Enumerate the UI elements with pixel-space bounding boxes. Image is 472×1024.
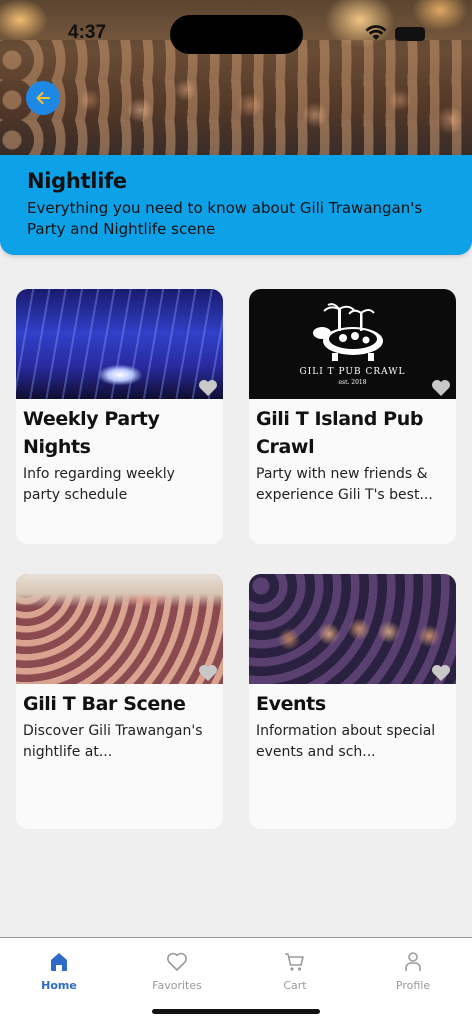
battery-icon	[395, 27, 425, 41]
person-icon	[405, 952, 421, 971]
pub-crawl-logo-est: est. 2018	[338, 378, 367, 386]
card-description: Discover Gili Trawangan's nightlife at..…	[23, 723, 203, 760]
page-subtitle: Everything you need to know about Gili T…	[27, 199, 423, 238]
cart-icon	[285, 953, 304, 971]
nav-label: Cart	[283, 979, 307, 992]
party-hall-image	[16, 289, 223, 399]
nav-item-home[interactable]: Home	[0, 938, 118, 1024]
card-description: Party with new friends & experience Gili…	[256, 466, 433, 503]
page-header-card: Nightlife Everything you need to know ab…	[0, 155, 472, 255]
card-title: Gili T Island Pub Crawl	[256, 408, 424, 458]
bar-crowd-image	[16, 574, 223, 684]
card-pub-crawl[interactable]: GILI T PUB CRAWL est. 2018 Gili T Island…	[249, 289, 456, 544]
events-crowd-image	[249, 574, 456, 684]
page-title: Nightlife	[27, 169, 127, 193]
card-title: Gili T Bar Scene	[23, 693, 186, 715]
dynamic-island	[170, 15, 303, 54]
nav-label: Home	[41, 979, 77, 992]
back-button[interactable]	[26, 81, 60, 115]
card-description: Information about special events and sch…	[256, 723, 436, 760]
status-time: 4:37	[68, 22, 107, 43]
wifi-icon	[365, 25, 387, 40]
card-title: Weekly Party Nights	[23, 408, 160, 458]
card-events[interactable]: Events Information about special events …	[249, 574, 456, 829]
pub-crawl-logo: GILI T PUB CRAWL est. 2018	[249, 289, 456, 399]
card-title: Events	[256, 693, 326, 715]
heart-icon	[167, 952, 187, 971]
nav-item-profile[interactable]: Profile	[354, 938, 472, 1024]
favorite-heart-icon[interactable]	[431, 664, 451, 682]
arrow-left-icon	[36, 92, 50, 104]
favorite-heart-icon[interactable]	[431, 379, 451, 397]
favorite-heart-icon[interactable]	[198, 664, 218, 682]
card-weekly-party-nights[interactable]: Weekly Party Nights Info regarding weekl…	[16, 289, 223, 544]
pub-crawl-logo-image: GILI T PUB CRAWL est. 2018	[249, 289, 456, 399]
card-bar-scene[interactable]: Gili T Bar Scene Discover Gili Trawangan…	[16, 574, 223, 829]
turtle-icon	[312, 302, 383, 361]
nav-label: Profile	[395, 979, 431, 992]
pub-crawl-logo-text: GILI T PUB CRAWL	[299, 366, 406, 377]
status-bar: 4:37	[0, 0, 472, 60]
card-description: Info regarding weekly party schedule	[23, 466, 175, 503]
favorite-heart-icon[interactable]	[198, 379, 218, 397]
home-indicator[interactable]	[152, 1009, 320, 1014]
nav-label: Favorites	[152, 979, 202, 992]
home-icon	[51, 953, 67, 971]
